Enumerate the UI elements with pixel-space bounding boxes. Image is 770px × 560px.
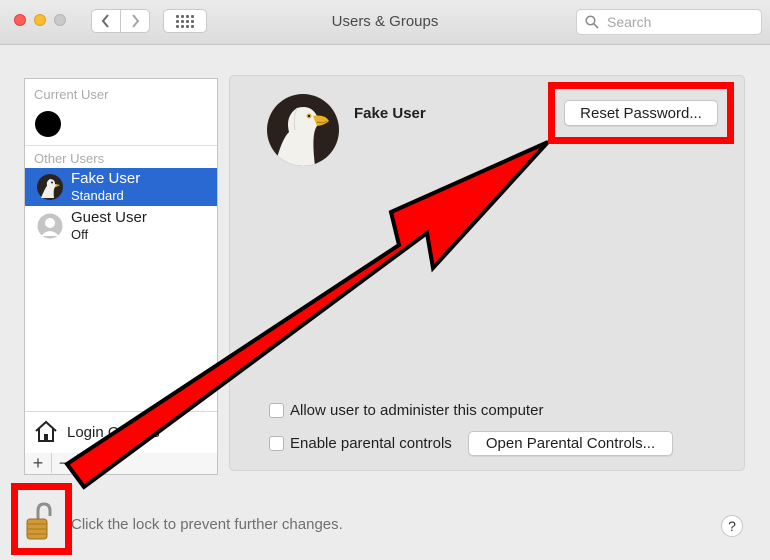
user-status: Standard (71, 188, 124, 203)
current-user-header: Current User (34, 87, 109, 102)
search-input[interactable] (605, 13, 749, 31)
parental-controls-label: Enable parental controls (290, 435, 452, 452)
users-sidebar: Current User Other Users Fake User Stand… (24, 78, 218, 454)
reset-password-highlight (548, 82, 734, 144)
user-name: Guest User (71, 209, 147, 226)
lock-status-text: Click the lock to prevent further change… (71, 516, 343, 533)
parental-controls-checkbox[interactable] (269, 436, 284, 451)
eagle-portrait-icon (267, 94, 339, 166)
user-full-name: Fake User (354, 105, 426, 122)
lock-highlight (11, 483, 72, 555)
user-avatar[interactable] (267, 94, 339, 166)
search-icon (585, 15, 599, 29)
open-parental-controls-button[interactable]: Open Parental Controls... (468, 431, 673, 456)
user-name: Fake User (71, 170, 141, 187)
sidebar-item-fake-user[interactable]: Fake User Standard (25, 168, 217, 206)
sidebar-item-guest-user[interactable]: Guest User Off (25, 207, 217, 245)
add-remove-bar: + − (24, 453, 218, 475)
login-options-item[interactable]: Login Options (25, 411, 217, 450)
house-icon (35, 420, 57, 442)
other-users-header: Other Users (34, 151, 105, 166)
search-field[interactable] (576, 9, 762, 35)
help-button[interactable]: ? (721, 515, 743, 537)
sidebar-divider (25, 145, 217, 146)
remove-user-button[interactable]: − (51, 453, 78, 473)
allow-admin-checkbox[interactable] (269, 403, 284, 418)
user-status: Off (71, 227, 89, 242)
guest-user-icon (37, 213, 63, 239)
login-options-label: Login Options (67, 424, 160, 441)
current-user-avatar[interactable] (35, 111, 61, 137)
eagle-avatar-icon (37, 174, 63, 200)
add-user-button[interactable]: + (25, 453, 52, 473)
allow-admin-label: Allow user to administer this computer (290, 402, 544, 419)
